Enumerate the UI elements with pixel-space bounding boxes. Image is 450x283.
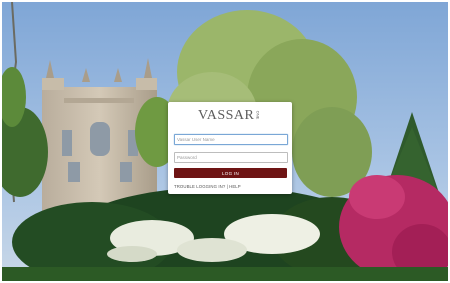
trouble-help-link[interactable]: TROUBLE LOGGING IN? | HELP [174, 184, 241, 189]
grass [2, 267, 448, 281]
password-input[interactable] [174, 152, 288, 163]
logo-sub: ONE [255, 110, 261, 120]
logo-text: VASSAR [197, 108, 255, 123]
username-input[interactable] [174, 134, 288, 145]
vassar-logo: VASSARONE [168, 106, 292, 126]
login-button[interactable]: LOG IN [174, 168, 287, 178]
login-page: VASSARONE LOG IN TROUBLE LOGGING IN? | H… [2, 2, 448, 281]
login-card: VASSARONE LOG IN TROUBLE LOGGING IN? | H… [168, 102, 292, 194]
